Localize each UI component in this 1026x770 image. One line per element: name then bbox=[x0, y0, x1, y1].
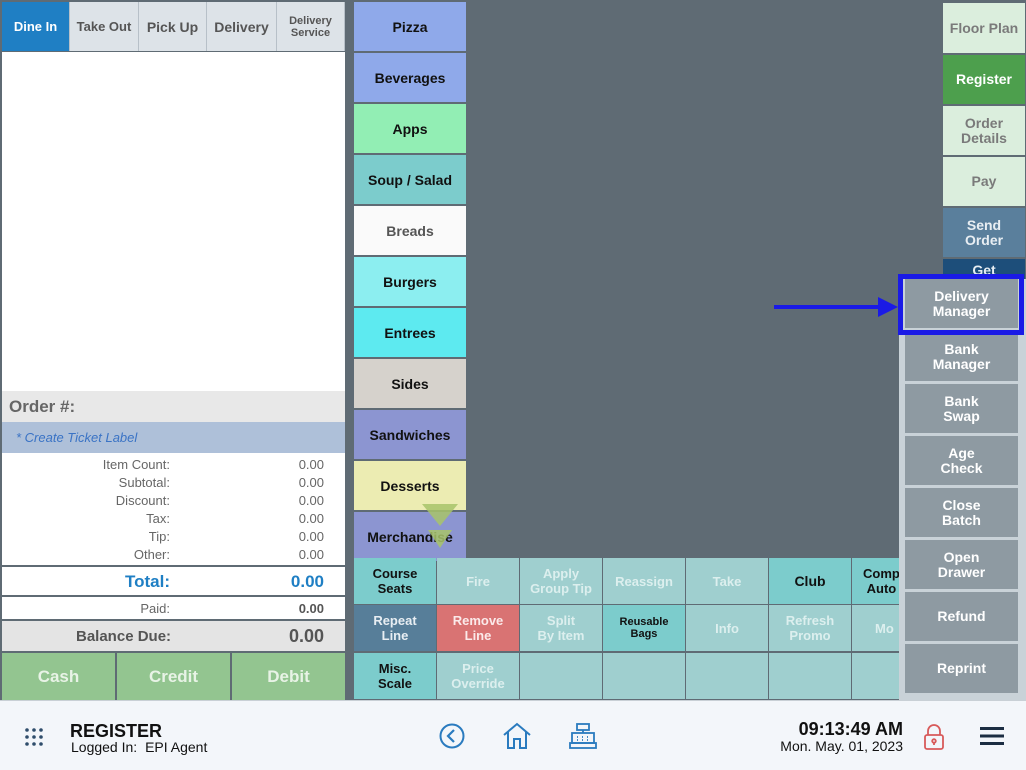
clock-date: Mon. May. 01, 2023 bbox=[780, 738, 903, 754]
order-number-label: Order #: bbox=[2, 391, 345, 422]
paid-label: Paid: bbox=[140, 601, 170, 616]
split-by-item-button[interactable]: Split By Item bbox=[520, 605, 602, 651]
highlight-box bbox=[898, 274, 1024, 335]
category-desserts[interactable]: Desserts bbox=[354, 461, 466, 510]
refund-button[interactable]: Refund bbox=[905, 592, 1018, 641]
reprint-button[interactable]: Reprint bbox=[905, 644, 1018, 693]
row-value: 0.00 bbox=[298, 457, 324, 472]
home-icon[interactable] bbox=[502, 721, 532, 756]
row-label: Discount: bbox=[115, 493, 170, 508]
clock-time: 09:13:49 AM bbox=[798, 719, 903, 739]
repeat-line-button[interactable]: Repeat Line bbox=[354, 605, 436, 651]
order-details-button[interactable]: Order Details bbox=[943, 106, 1025, 155]
bank-swap-button[interactable]: Bank Swap bbox=[905, 384, 1018, 433]
club-button[interactable]: Club bbox=[769, 558, 851, 604]
floor-plan-button[interactable]: Floor Plan bbox=[943, 3, 1025, 53]
bottom-bar: REGISTER Logged In: EPI Agent 09:13:49 A… bbox=[0, 700, 1026, 770]
ticket-items-area[interactable] bbox=[2, 52, 345, 391]
back-icon[interactable] bbox=[439, 723, 465, 754]
tab-dine-in[interactable]: Dine In bbox=[2, 2, 70, 51]
empty-grid-button bbox=[520, 653, 602, 699]
tab-delivery[interactable]: Delivery bbox=[207, 2, 277, 51]
category-apps[interactable]: Apps bbox=[354, 104, 466, 153]
hamburger-menu-icon[interactable] bbox=[980, 726, 1004, 751]
credit-button[interactable]: Credit bbox=[117, 653, 230, 700]
cash-register-icon[interactable] bbox=[569, 722, 597, 755]
remove-line-button[interactable]: Remove Line bbox=[437, 605, 519, 651]
pointer-arrow-icon bbox=[774, 297, 900, 322]
price-override-button[interactable]: Price Override bbox=[437, 653, 519, 699]
register-button[interactable]: Register bbox=[943, 55, 1025, 104]
category-sandwiches[interactable]: Sandwiches bbox=[354, 410, 466, 459]
row-value: 0.00 bbox=[298, 511, 324, 526]
logged-in-user: EPI Agent bbox=[145, 739, 208, 755]
debit-button[interactable]: Debit bbox=[232, 653, 345, 700]
empty-grid-button bbox=[769, 653, 851, 699]
paid-value: 0.00 bbox=[298, 601, 324, 616]
row-label: Item Count: bbox=[102, 457, 170, 472]
balance-due-label: Balance Due: bbox=[76, 628, 172, 645]
discount-row: Discount: 0.00 bbox=[2, 493, 345, 511]
open-drawer-button[interactable]: Open Drawer bbox=[905, 540, 1018, 589]
logged-in-label: Logged In: bbox=[71, 739, 138, 755]
row-value: 0.00 bbox=[298, 475, 324, 490]
bank-manager-button[interactable]: Bank Manager bbox=[905, 332, 1018, 381]
info-button[interactable]: Info bbox=[686, 605, 768, 651]
fire-button[interactable]: Fire bbox=[437, 558, 519, 604]
send-order-button[interactable]: Send Order bbox=[943, 208, 1025, 257]
scroll-down-icon[interactable] bbox=[420, 504, 460, 555]
total-label: Total: bbox=[124, 572, 170, 591]
age-check-button[interactable]: Age Check bbox=[905, 436, 1018, 485]
empty-grid-button bbox=[852, 653, 899, 699]
tax-row: Tax: 0.00 bbox=[2, 511, 345, 529]
empty-grid-button bbox=[603, 653, 685, 699]
item-count-row: Item Count: 0.00 bbox=[2, 457, 345, 475]
apps-grid-icon[interactable] bbox=[24, 727, 44, 752]
tab-delivery-service[interactable]: Delivery Service bbox=[277, 2, 345, 51]
row-label: Subtotal: bbox=[118, 475, 170, 490]
ticket-totals: Item Count: 0.00 Subtotal: 0.00 Discount: 0… bbox=[2, 453, 345, 565]
tab-pick-up[interactable]: Pick Up bbox=[139, 2, 207, 51]
total-row: Total: 0.00 bbox=[2, 567, 345, 595]
misc-scale-button[interactable]: Misc. Scale bbox=[354, 653, 436, 699]
total-value: 0.00 bbox=[290, 572, 324, 591]
balance-due-row: Balance Due: 0.00 bbox=[2, 621, 345, 651]
row-label: Other: bbox=[133, 547, 170, 562]
row-value: 0.00 bbox=[298, 547, 324, 562]
refresh-promo-button[interactable]: Refresh Promo bbox=[769, 605, 851, 651]
more-actions-button[interactable]: Mo bbox=[852, 605, 899, 651]
reassign-button[interactable]: Reassign bbox=[603, 558, 685, 604]
paid-row: Paid: 0.00 bbox=[2, 597, 345, 619]
tip-row: Tip: 0.00 bbox=[2, 529, 345, 547]
reusable-bags-button[interactable]: Reusable Bags bbox=[603, 605, 685, 651]
tab-take-out[interactable]: Take Out bbox=[70, 2, 139, 51]
category-breads[interactable]: Breads bbox=[354, 206, 466, 255]
category-entrees[interactable]: Entrees bbox=[354, 308, 466, 357]
pay-button[interactable]: Pay bbox=[943, 157, 1025, 206]
close-batch-button[interactable]: Close Batch bbox=[905, 488, 1018, 537]
category-soup-salad[interactable]: Soup / Salad bbox=[354, 155, 466, 204]
create-ticket-label-link[interactable]: * Create Ticket Label bbox=[2, 422, 345, 453]
row-value: 0.00 bbox=[298, 529, 324, 544]
comp-auto-button[interactable]: Comp Auto bbox=[852, 558, 899, 604]
category-burgers[interactable]: Burgers bbox=[354, 257, 466, 306]
take-button[interactable]: Take bbox=[686, 558, 768, 604]
row-label: Tip: bbox=[148, 529, 170, 544]
empty-grid-button bbox=[686, 653, 768, 699]
course-seats-button[interactable]: Course Seats bbox=[354, 558, 436, 604]
logged-in-info: Logged In: EPI Agent bbox=[71, 739, 207, 755]
category-pizza[interactable]: Pizza bbox=[354, 2, 466, 51]
row-value: 0.00 bbox=[298, 493, 324, 508]
category-sides[interactable]: Sides bbox=[354, 359, 466, 408]
apply-group-tip-button[interactable]: Apply Group Tip bbox=[520, 558, 602, 604]
cash-button[interactable]: Cash bbox=[2, 653, 115, 700]
other-row: Other: 0.00 bbox=[2, 547, 345, 565]
subtotal-row: Subtotal: 0.00 bbox=[2, 475, 345, 493]
row-label: Tax: bbox=[146, 511, 170, 526]
balance-due-value: 0.00 bbox=[288, 626, 324, 646]
category-beverages[interactable]: Beverages bbox=[354, 53, 466, 102]
lock-icon[interactable] bbox=[923, 723, 945, 756]
